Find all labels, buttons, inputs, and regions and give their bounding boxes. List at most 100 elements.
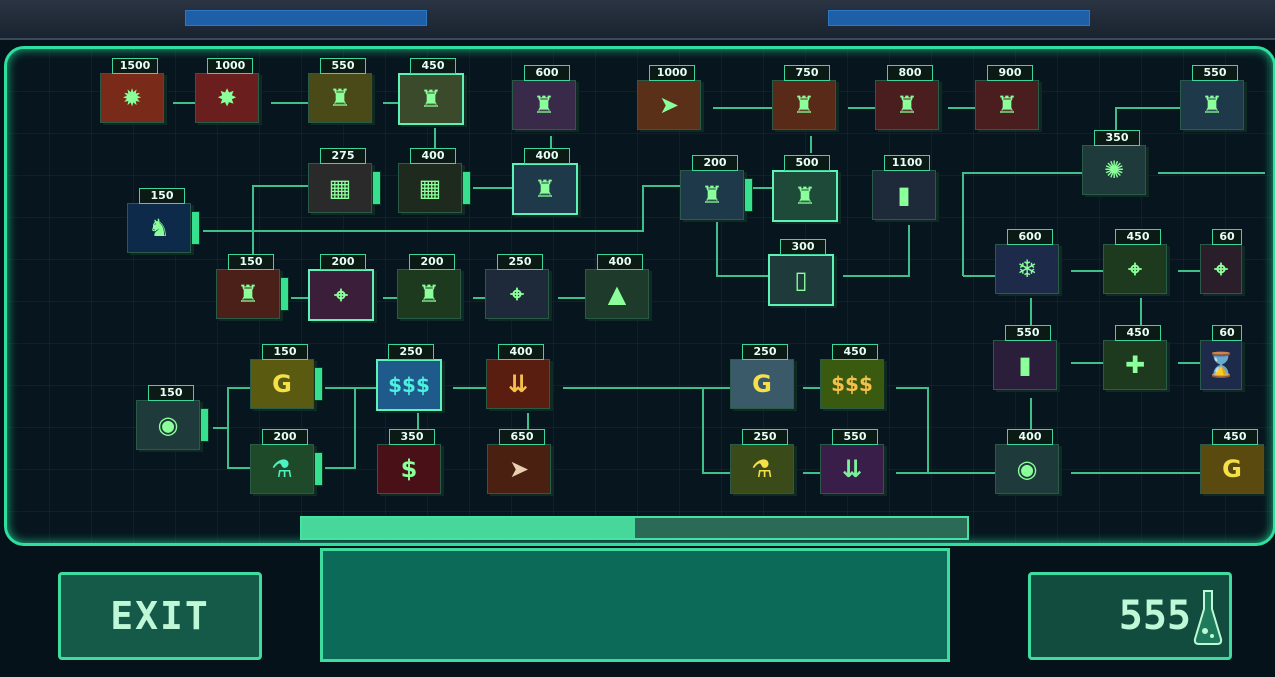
node-price: 200 [262,429,308,445]
node-icon-frame: ♜ [975,80,1039,130]
tech-node[interactable]: G 450 [1200,429,1270,494]
tech-node[interactable]: ✚ 450 [1103,325,1173,390]
tech-node[interactable]: ▦ 400 [398,148,471,213]
node-icon-frame: ♞ [127,203,191,253]
node-price: 400 [410,148,456,164]
tech-node[interactable]: ♜ 450 [398,58,468,125]
tech-node[interactable]: ♜ 800 [875,65,945,130]
tech-node[interactable]: ▦ 275 [308,148,381,213]
node-icon-frame: ▦ [308,163,372,213]
node-icon-frame: $$$ [376,359,442,411]
node-price: 450 [410,58,456,74]
node-price: 750 [784,65,830,81]
tech-node[interactable]: ➤ 650 [487,429,557,494]
node-progress-bar [280,277,289,311]
tech-node[interactable]: ⇊ 400 [486,344,556,409]
node-price: 200 [409,254,455,270]
node-icon-frame: ⌖ [1200,244,1242,294]
node-price: 200 [692,155,738,171]
tech-node[interactable]: ⌖ 60 [1200,229,1242,294]
tech-node[interactable]: ▲ 400 [585,254,655,319]
tech-node[interactable]: ♜ 400 [512,148,582,215]
node-price: 150 [228,254,274,270]
node-icon-frame: ▲ [585,269,649,319]
node-icon: ⌖ [510,280,524,308]
node-price: 600 [1007,229,1053,245]
tech-node[interactable]: ⌛ 60 [1200,325,1242,390]
tech-node[interactable]: G 250 [730,344,800,409]
node-icon-frame: ⚗ [730,444,794,494]
tech-node[interactable]: ◉ 150 [136,385,209,450]
tech-node[interactable]: G 150 [250,344,323,409]
node-icon: ♜ [237,280,259,308]
tech-node[interactable]: ➤ 1000 [637,65,707,130]
tech-node[interactable]: ✺ 350 [1082,130,1152,195]
node-price: 650 [499,429,545,445]
tech-node[interactable]: ◉ 400 [995,429,1065,494]
node-icon-frame: ➤ [487,444,551,494]
scrollbar-thumb[interactable] [302,518,635,538]
tech-node[interactable]: ♜ 600 [512,65,582,130]
tech-node[interactable]: ▮ 550 [993,325,1063,390]
tech-node[interactable]: ⚗ 250 [730,429,800,494]
flask-icon [1193,590,1223,645]
tech-node[interactable]: ♜ 550 [1180,65,1250,130]
node-icon: ⌖ [1214,255,1228,283]
tech-node[interactable]: ⚗ 200 [250,429,323,494]
node-icon-frame: G [730,359,794,409]
node-icon-frame: ▮ [993,340,1057,390]
node-icon: ❄ [1016,255,1038,283]
node-progress-bar [744,178,753,212]
node-icon: ➤ [508,455,530,483]
tech-node[interactable]: ♜ 550 [308,58,378,123]
tech-node[interactable]: ▯ 300 [768,239,838,306]
tree-scrollbar[interactable] [300,516,969,540]
tech-node[interactable]: ❄ 600 [995,229,1065,294]
tech-node[interactable]: ⌖ 250 [485,254,555,319]
tech-node[interactable]: ▮ 1100 [872,155,942,220]
node-icon: ⌖ [1128,255,1142,283]
tech-node[interactable]: ♜ 200 [680,155,753,220]
node-icon: $ [400,455,418,483]
tech-node[interactable]: ✹ 1500 [100,58,170,123]
tech-node[interactable]: $$$ 250 [376,344,446,411]
tech-node[interactable]: ⇊ 550 [820,429,890,494]
node-price: 450 [1212,429,1258,445]
node-icon-frame: ⚗ [250,444,314,494]
tech-node[interactable]: $350 [377,429,447,494]
tech-node[interactable]: ♜ 500 [772,155,842,222]
tech-node[interactable]: ⌖ 450 [1103,229,1173,294]
node-price: 450 [1115,325,1161,341]
node-icon: ♜ [896,91,918,119]
node-icon: ⇊ [507,370,529,398]
node-icon: ♜ [996,91,1018,119]
node-price: 250 [388,344,434,360]
node-price: 150 [262,344,308,360]
node-icon-frame: ♜ [512,80,576,130]
node-price: 150 [139,188,185,204]
node-icon: ▲ [607,280,627,308]
tech-node[interactable]: ⌖ 200 [308,254,378,321]
node-icon: ♜ [793,91,815,119]
exit-button[interactable]: EXIT [58,572,262,660]
node-price: 250 [497,254,543,270]
tech-node[interactable]: ♜ 900 [975,65,1045,130]
node-price: 600 [524,65,570,81]
tech-node[interactable]: $$$ 450 [820,344,890,409]
node-icon: $$$ [388,373,430,397]
tech-node[interactable]: ♜ 150 [216,254,289,319]
node-icon-frame: ❄ [995,244,1059,294]
node-price: 1500 [112,58,158,74]
tech-node[interactable]: ♞ 150 [127,188,200,253]
node-icon: ♞ [148,214,170,242]
tech-node[interactable]: ♜ 750 [772,65,842,130]
tech-node[interactable]: ♜ 200 [397,254,467,319]
tech-node[interactable]: ✸ 1000 [195,58,265,123]
node-icon: G [1222,455,1242,483]
node-price: 350 [1094,130,1140,146]
node-icon-frame: ✸ [195,73,259,123]
node-price: 1100 [884,155,930,171]
node-price: 350 [389,429,435,445]
node-icon-frame: $ [377,444,441,494]
node-icon-frame: ✚ [1103,340,1167,390]
